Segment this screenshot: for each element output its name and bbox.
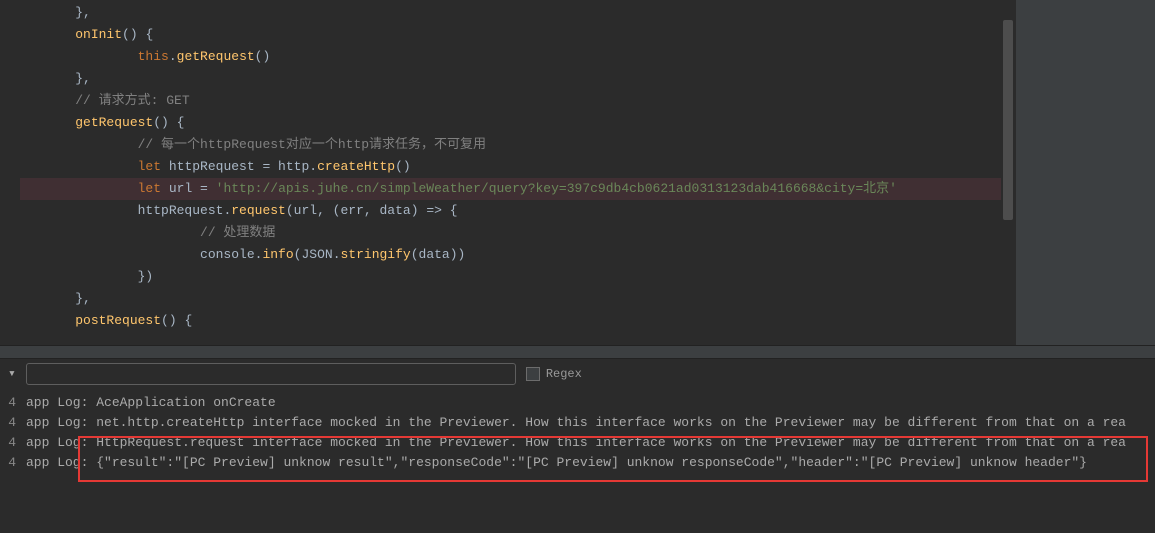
log-toolbar: ▾ Regex (0, 359, 1155, 389)
scrollbar-thumb[interactable] (1003, 20, 1013, 220)
code-line[interactable]: onInit() { (20, 24, 1001, 46)
log-line-text: app Log: net.http.createHttp interface m… (18, 413, 1126, 433)
code-line[interactable]: }, (20, 2, 1001, 24)
code-area[interactable]: }, onInit() { this.getRequest() }, // 请求… (20, 0, 1001, 345)
log-line[interactable]: 4app Log: net.http.createHttp interface … (0, 413, 1155, 433)
panel-divider[interactable] (0, 345, 1155, 359)
code-line[interactable]: }) (20, 266, 1001, 288)
code-line[interactable]: // 请求方式: GET (20, 90, 1001, 112)
code-line[interactable]: }, (20, 288, 1001, 310)
log-line[interactable]: 4app Log: {"result":"[PC Preview] unknow… (0, 453, 1155, 473)
code-line[interactable]: console.info(JSON.stringify(data)) (20, 244, 1001, 266)
log-panel: ▾ Regex 4app Log: AceApplication onCreat… (0, 359, 1155, 533)
code-line[interactable]: let url = 'http://apis.juhe.cn/simpleWea… (20, 178, 1001, 200)
code-line[interactable]: let httpRequest = http.createHttp() (20, 156, 1001, 178)
code-line[interactable]: // 处理数据 (20, 222, 1001, 244)
code-line[interactable]: }, (20, 68, 1001, 90)
log-line[interactable]: 4app Log: HttpRequest.request interface … (0, 433, 1155, 453)
log-line-text: app Log: {"result":"[PC Preview] unknow … (18, 453, 1087, 473)
log-line-text: app Log: AceApplication onCreate (18, 393, 276, 413)
code-line[interactable]: // 每一个httpRequest对应一个http请求任务，不可复用 (20, 134, 1001, 156)
code-line[interactable]: this.getRequest() (20, 46, 1001, 68)
log-line-prefix: 4 (0, 453, 18, 473)
editor-scrollbar[interactable] (1001, 0, 1015, 345)
log-line[interactable]: 4app Log: AceApplication onCreate (0, 393, 1155, 413)
dropdown-arrow-icon[interactable]: ▾ (8, 366, 16, 381)
regex-label: Regex (546, 367, 582, 381)
log-line-prefix: 4 (0, 433, 18, 453)
side-minimap-panel (1015, 0, 1155, 345)
editor-container: }, onInit() { this.getRequest() }, // 请求… (0, 0, 1155, 345)
log-body[interactable]: 4app Log: AceApplication onCreate4app Lo… (0, 389, 1155, 533)
search-wrap (26, 363, 516, 385)
editor-gutter (0, 0, 20, 345)
log-line-prefix: 4 (0, 393, 18, 413)
log-search-input[interactable] (26, 363, 516, 385)
code-line[interactable]: postRequest() { (20, 310, 1001, 332)
regex-checkbox-input[interactable] (526, 367, 540, 381)
log-line-text: app Log: HttpRequest.request interface m… (18, 433, 1126, 453)
code-line[interactable]: httpRequest.request(url, (err, data) => … (20, 200, 1001, 222)
code-line[interactable]: getRequest() { (20, 112, 1001, 134)
regex-checkbox[interactable]: Regex (526, 367, 582, 381)
log-line-prefix: 4 (0, 413, 18, 433)
